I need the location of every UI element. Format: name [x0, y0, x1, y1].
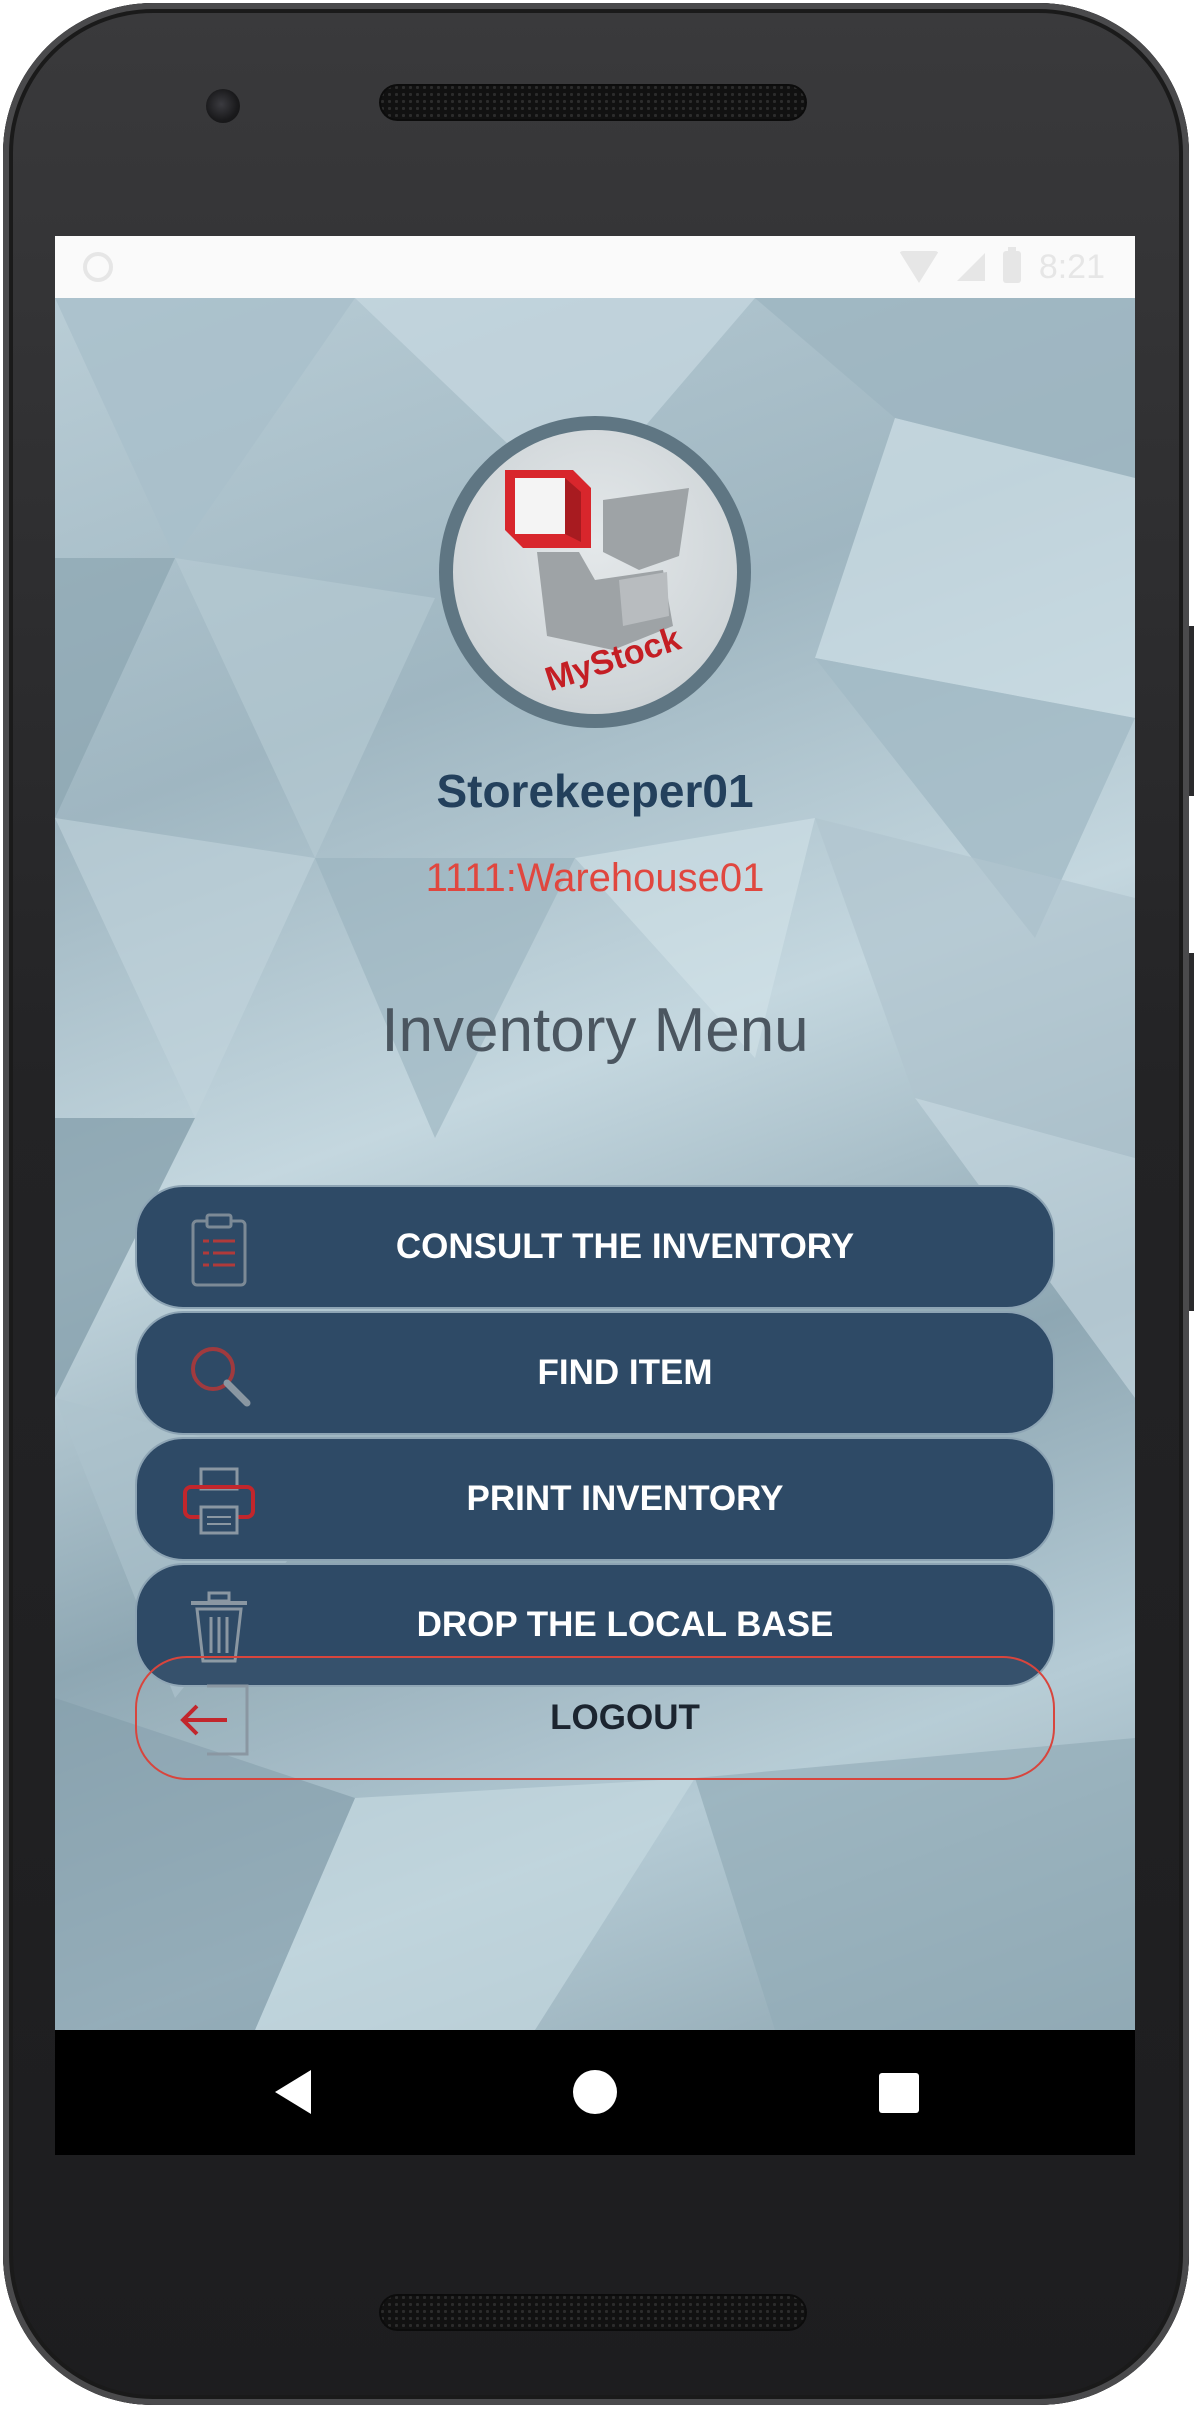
consult-inventory-button[interactable]: CONSULT THE INVENTORY	[135, 1185, 1055, 1309]
warehouse-label: 1111:Warehouse01	[425, 856, 765, 900]
page-title: Inventory Menu	[381, 996, 809, 1065]
username-label: Storekeeper01	[436, 765, 754, 817]
app-content: MyStock Storekeeper01 1111:Warehouse01 I…	[55, 298, 1135, 2030]
trash-icon	[191, 1591, 247, 1663]
navigation-bar	[55, 2030, 1135, 2155]
logout-button[interactable]: LOGOUT	[135, 1656, 1055, 1780]
status-bar: 8:21	[55, 236, 1135, 298]
print-inventory-label: PRINT INVENTORY	[466, 1479, 784, 1518]
home-icon[interactable]	[573, 2070, 617, 2114]
find-item-button[interactable]: FIND ITEM	[135, 1311, 1055, 1435]
status-time: 8:21	[1038, 247, 1105, 286]
screen: 8:21 MyStock Storekeeper01 1111:Warehous…	[55, 236, 1135, 2155]
logout-label: LOGOUT	[550, 1698, 700, 1737]
power-button	[1189, 626, 1194, 796]
printer-icon	[183, 1467, 255, 1535]
top-speaker-grille	[379, 84, 807, 121]
consult-inventory-label: CONSULT THE INVENTORY	[395, 1227, 855, 1266]
mystock-logo-icon: MyStock	[505, 470, 689, 699]
wifi-icon	[898, 251, 939, 283]
notification-ring-icon	[83, 252, 113, 282]
drop-local-base-label: DROP THE LOCAL BASE	[416, 1605, 834, 1644]
logout-icon	[180, 1684, 249, 1756]
signal-icon	[956, 253, 985, 281]
print-inventory-button[interactable]: PRINT INVENTORY	[135, 1437, 1055, 1561]
phone-frame: 8:21 MyStock Storekeeper01 1111:Warehous…	[3, 3, 1194, 2405]
recent-apps-icon[interactable]	[879, 2073, 919, 2113]
volume-button	[1189, 953, 1194, 1311]
bottom-speaker-grille	[379, 2294, 807, 2331]
clipboard-icon	[191, 1213, 247, 1287]
back-icon[interactable]	[275, 2070, 311, 2114]
app-logo: MyStock	[439, 416, 751, 728]
search-icon	[191, 1347, 251, 1407]
battery-icon	[1002, 247, 1021, 283]
find-item-label: FIND ITEM	[537, 1353, 713, 1392]
front-camera	[206, 89, 240, 123]
